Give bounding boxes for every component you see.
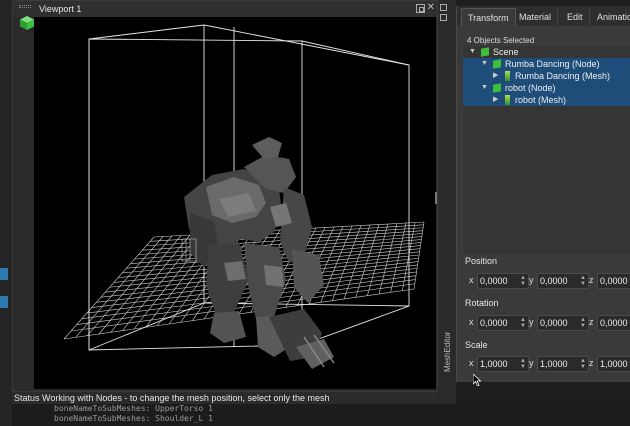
- grid-line: [87, 235, 173, 336]
- collapsed-panel-tab[interactable]: [0, 268, 8, 280]
- scale-y-field[interactable]: 1,0000 ▲ ▼: [537, 356, 589, 372]
- spinner-arrows-icon[interactable]: ▲ ▼: [520, 317, 526, 329]
- axis-y-label: y: [529, 275, 534, 285]
- splitter-handle[interactable]: [435, 192, 437, 204]
- tree-item-scene[interactable]: ▼ Scene: [463, 46, 630, 58]
- position-vector: x 0,0000 ▲ ▼ y 0,0000 ▲ ▼ z 0,0000: [465, 273, 630, 289]
- grid-line: [76, 279, 416, 325]
- scene-tree: ▼ Scene ▼ Rumba Dancing (Node) ▶ Rumba D…: [463, 46, 630, 254]
- cube-icon: [493, 59, 501, 69]
- scale-z-value: 1,0000: [600, 359, 628, 369]
- rotation-z-value: 0,0000: [600, 318, 628, 328]
- add-node-cube-icon[interactable]: [19, 15, 35, 31]
- spinner-arrows-icon[interactable]: ▲ ▼: [520, 275, 526, 287]
- viewport-title: Viewport 1: [39, 4, 82, 14]
- chevron-right-icon[interactable]: ▶: [493, 70, 498, 82]
- viewport-dock: Viewport 1 ✕: [12, 0, 438, 392]
- tree-item-mesh[interactable]: ▶ robot (Mesh): [463, 94, 630, 106]
- axis-z-label: z: [589, 358, 594, 368]
- mesh-editor-dock-label[interactable]: MeshEditor: [443, 332, 453, 372]
- tree-item-mesh[interactable]: ▶ Rumba Dancing (Mesh): [463, 70, 630, 82]
- scale-x-field[interactable]: 1,0000 ▲ ▼: [477, 356, 529, 372]
- grid-line: [63, 236, 155, 340]
- axis-x-label: x: [469, 317, 474, 327]
- inspector-panel: Transform Material Edit Animatio 4 Objec…: [456, 6, 630, 382]
- tree-item-label: Rumba Dancing (Node): [505, 59, 600, 69]
- rotation-vector: x 0,0000 ▲ ▼ y 0,0000 ▲ ▼ z 0,0000: [465, 315, 630, 331]
- position-x-field[interactable]: 0,0000 ▲ ▼: [477, 273, 529, 289]
- tab-transform[interactable]: Transform: [461, 8, 516, 26]
- position-x-value: 0,0000: [480, 276, 508, 286]
- float-window-icon[interactable]: [416, 4, 425, 13]
- axis-x-label: x: [469, 275, 474, 285]
- position-z-value: 0,0000: [600, 276, 628, 286]
- mesh-icon: [505, 71, 510, 81]
- scale-label: Scale: [465, 340, 488, 350]
- left-edge-strip: [0, 0, 12, 426]
- rotation-y-value: 0,0000: [540, 318, 568, 328]
- grid-line: [355, 224, 380, 298]
- chevron-down-icon[interactable]: ▼: [481, 58, 488, 70]
- tree-item-node[interactable]: ▼ robot (Node): [463, 82, 630, 94]
- tab-bar: Transform Material Edit Animatio: [457, 6, 630, 26]
- cube-icon: [493, 83, 501, 93]
- selection-count: 4 Objects Selected: [467, 36, 535, 45]
- close-icon[interactable]: ✕: [427, 2, 435, 14]
- scale-z-field[interactable]: 1,0000: [597, 356, 630, 372]
- tree-item-label: Scene: [493, 47, 519, 57]
- drag-grip-icon[interactable]: [19, 5, 31, 8]
- scale-vector: x 1,0000 ▲ ▼ y 1,0000 ▲ ▼ z 1,0000: [465, 356, 630, 372]
- spinner-arrows-icon[interactable]: ▲ ▼: [580, 358, 586, 370]
- tab-edit[interactable]: Edit: [561, 8, 590, 26]
- position-y-field[interactable]: 0,0000 ▲ ▼: [537, 273, 589, 289]
- rotation-y-field[interactable]: 0,0000 ▲ ▼: [537, 315, 589, 331]
- console-line: boneNameToSubMeshes: UpperTorso 1: [54, 404, 213, 413]
- axis-y-label: y: [529, 358, 534, 368]
- scale-x-value: 1,0000: [480, 359, 508, 369]
- 3d-viewport-canvas[interactable]: [34, 17, 436, 389]
- chevron-right-icon[interactable]: ▶: [493, 94, 498, 106]
- rotation-x-field[interactable]: 0,0000 ▲ ▼: [477, 315, 529, 331]
- robot-model: [181, 137, 335, 369]
- scale-y-value: 1,0000: [540, 359, 568, 369]
- status-bar: Status Working with Nodes - to change th…: [12, 392, 438, 404]
- collapsed-panel-tab[interactable]: [0, 296, 8, 308]
- spinner-arrows-icon[interactable]: ▲ ▼: [580, 275, 586, 287]
- float-window-icon[interactable]: [440, 4, 447, 11]
- mesh-icon: [505, 95, 510, 105]
- tree-item-node[interactable]: ▼ Rumba Dancing (Node): [463, 58, 630, 70]
- console-log: boneNameToSubMeshes: UpperTorso 1 boneNa…: [12, 404, 630, 426]
- tab-material[interactable]: Material: [513, 8, 559, 26]
- axis-x-label: x: [469, 358, 474, 368]
- axis-z-label: z: [589, 275, 594, 285]
- spinner-arrows-icon[interactable]: ▲ ▼: [520, 358, 526, 370]
- rotation-x-value: 0,0000: [480, 318, 508, 328]
- chevron-down-icon[interactable]: ▼: [469, 46, 476, 58]
- rotation-z-field[interactable]: 0,0000: [597, 315, 630, 331]
- viewport-titlebar[interactable]: Viewport 1 ✕: [13, 1, 437, 17]
- rotation-label: Rotation: [465, 298, 499, 308]
- tree-item-label: robot (Mesh): [515, 95, 567, 105]
- axis-y-label: y: [529, 317, 534, 327]
- position-z-field[interactable]: 0,0000: [597, 273, 630, 289]
- axis-z-label: z: [589, 317, 594, 327]
- chevron-down-icon[interactable]: ▼: [481, 82, 488, 94]
- spinner-arrows-icon[interactable]: ▲ ▼: [580, 317, 586, 329]
- tree-item-label: Rumba Dancing (Mesh): [515, 71, 611, 81]
- close-icon[interactable]: [440, 14, 447, 21]
- tree-item-label: robot (Node): [505, 83, 556, 93]
- console-line: boneNameToSubMeshes: Shoulder_L 1: [54, 414, 213, 423]
- cube-icon: [481, 47, 489, 57]
- mouse-pointer-icon: [473, 374, 481, 386]
- tab-animation[interactable]: Animatio: [591, 8, 630, 26]
- position-label: Position: [465, 256, 498, 266]
- position-y-value: 0,0000: [540, 276, 568, 286]
